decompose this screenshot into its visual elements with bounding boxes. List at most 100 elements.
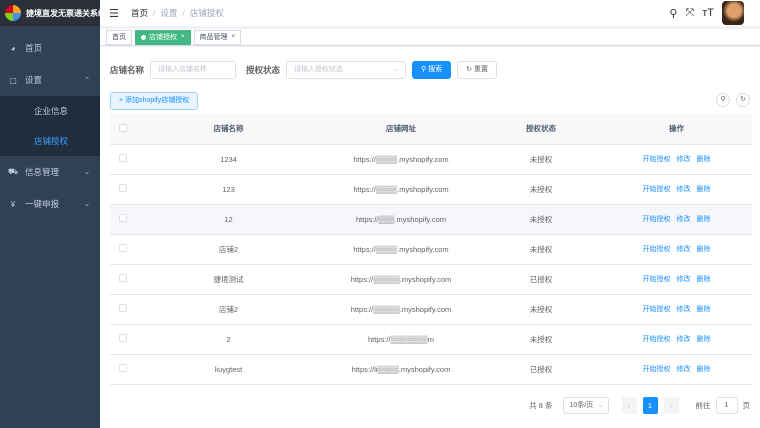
- row-checkbox[interactable]: [119, 364, 127, 372]
- row-checkbox[interactable]: [119, 184, 127, 192]
- delete-link[interactable]: 删除: [697, 156, 711, 163]
- page-number-button[interactable]: 1: [642, 397, 658, 414]
- start-auth-link[interactable]: 开始授权: [643, 156, 671, 163]
- sidebar-item-info-management[interactable]: ⛟ 信息管理 ⌄: [0, 156, 100, 188]
- sidebar-item-shop-auth[interactable]: 店铺授权: [0, 126, 100, 156]
- start-auth-link[interactable]: 开始授权: [643, 336, 671, 343]
- table-row: 店铺2 https://▒▒▒▒▒.myshopify.com 未授权 开始授权 修改删…: [110, 294, 752, 325]
- sidebar-item-declare[interactable]: ¥ 一键申报 ⌄: [0, 188, 100, 220]
- cell-shop-name: 1234: [136, 144, 321, 175]
- reset-button[interactable]: ↻ 重置: [457, 61, 497, 79]
- tag-home[interactable]: 首页: [106, 29, 132, 45]
- delete-link[interactable]: 删除: [697, 366, 711, 373]
- breadcrumb-home[interactable]: 首页: [131, 7, 148, 19]
- row-checkbox[interactable]: [119, 154, 127, 162]
- font-size-icon[interactable]: ᴛT: [702, 7, 714, 19]
- active-dot-icon: [141, 34, 146, 40]
- cell-auth-status: 未授权: [481, 174, 601, 205]
- edit-link[interactable]: 修改: [677, 156, 691, 163]
- tag-shop-auth[interactable]: 店铺授权 ×: [135, 29, 191, 45]
- row-checkbox[interactable]: [119, 304, 127, 312]
- filter-form: 店铺名称 请输入店铺名称 授权状态 请输入授权状态 ⌄ ⚲ 搜索 ↻ 重置: [110, 61, 503, 79]
- row-select-cell: [110, 264, 136, 295]
- cell-actions: 开始授权 修改 删除: [601, 324, 752, 355]
- next-page-button[interactable]: ›: [663, 397, 679, 414]
- prev-page-button[interactable]: ‹: [621, 397, 637, 414]
- start-auth-link[interactable]: 开始授权: [643, 246, 671, 253]
- reset-button-label: 重置: [473, 66, 488, 73]
- tag-product-management[interactable]: 商品管理 ×: [193, 29, 242, 45]
- page-unit-label: 页: [742, 401, 751, 410]
- search-icon[interactable]: ⚲: [669, 7, 677, 20]
- start-auth-link[interactable]: 开始授权: [643, 276, 671, 283]
- sidebar-item-home[interactable]: ◕ 首页: [0, 32, 100, 64]
- delete-link[interactable]: 删除: [697, 186, 711, 193]
- row-checkbox[interactable]: [119, 214, 127, 222]
- sidebar-item-label: 设置: [25, 75, 43, 85]
- cell-shop-url: https://▒▒▒▒▒.myshopify.com: [321, 294, 481, 325]
- delete-link[interactable]: 删除: [697, 246, 711, 253]
- delete-link[interactable]: 删除: [697, 306, 711, 313]
- right-menu: ⚲ ⤧ ᴛT: [669, 0, 760, 26]
- select-all-checkbox[interactable]: [119, 123, 127, 132]
- page-size-select[interactable]: 10条/页 ⌄: [562, 397, 609, 414]
- cell-shop-name: 12: [136, 204, 321, 235]
- edit-link[interactable]: 修改: [677, 366, 691, 373]
- edit-link[interactable]: 修改: [677, 336, 691, 343]
- shop-name-input[interactable]: 请输入店铺名称: [150, 61, 237, 79]
- cell-shop-name: 123: [136, 174, 321, 205]
- page-size-value: 10条/页: [569, 402, 594, 409]
- app-logo[interactable]: 捷境直发无票通关系统: [0, 0, 106, 26]
- row-select-cell: [110, 294, 136, 325]
- cell-auth-status: 未授权: [481, 234, 601, 265]
- edit-link[interactable]: 修改: [677, 276, 691, 283]
- sidebar-item-label: 信息管理: [25, 167, 60, 177]
- cell-actions: 开始授权 修改 删除: [601, 174, 752, 205]
- col-shop-url: 店铺网址: [321, 114, 481, 145]
- hamburger-icon[interactable]: ☰: [109, 7, 121, 20]
- plus-icon: +: [119, 97, 124, 104]
- edit-link[interactable]: 修改: [677, 186, 691, 193]
- close-icon[interactable]: ×: [181, 31, 185, 44]
- start-auth-link[interactable]: 开始授权: [643, 216, 671, 223]
- fullscreen-icon[interactable]: ⤧: [685, 7, 694, 20]
- select-all-cell: [110, 114, 136, 145]
- auth-status-select[interactable]: 请输入授权状态 ⌄: [286, 61, 407, 79]
- cart-icon: ⛟: [8, 167, 19, 176]
- table-header-row: 店铺名称 店铺网址 授权状态 操作: [110, 114, 752, 145]
- row-checkbox[interactable]: [119, 334, 127, 342]
- start-auth-link[interactable]: 开始授权: [643, 366, 671, 373]
- delete-link[interactable]: 删除: [697, 216, 711, 223]
- search-button[interactable]: ⚲ 搜索: [412, 61, 452, 79]
- row-select-cell: [110, 324, 136, 355]
- sidebar-item-settings[interactable]: ▢ 设置 ⌃: [0, 64, 100, 96]
- chevron-down-icon: ⌄: [84, 201, 90, 208]
- breadcrumb-separator: /: [153, 8, 156, 18]
- cell-auth-status: 未授权: [481, 204, 601, 235]
- tag-label: 商品管理: [199, 33, 228, 41]
- goto-label: 前往: [695, 401, 711, 410]
- edit-link[interactable]: 修改: [677, 216, 691, 223]
- start-auth-link[interactable]: 开始授权: [643, 186, 671, 193]
- cell-auth-status: 未授权: [481, 144, 601, 175]
- toggle-search-icon[interactable]: ⚲: [716, 93, 730, 107]
- col-shop-name: 店铺名称: [136, 114, 321, 145]
- edit-link[interactable]: 修改: [677, 306, 691, 313]
- row-checkbox[interactable]: [119, 244, 127, 252]
- row-checkbox[interactable]: [119, 274, 127, 282]
- pagination: 共 8 条 10条/页 ⌄ ‹ 1 › 前往 页: [529, 397, 750, 414]
- close-icon[interactable]: ×: [232, 31, 236, 44]
- delete-link[interactable]: 删除: [697, 336, 711, 343]
- add-shopify-auth-button[interactable]: + 添加shopify店铺授权: [110, 92, 199, 110]
- start-auth-link[interactable]: 开始授权: [643, 306, 671, 313]
- delete-link[interactable]: 删除: [697, 276, 711, 283]
- avatar[interactable]: [722, 1, 744, 25]
- goto-page-input[interactable]: [715, 397, 738, 414]
- sidebar-item-company-info[interactable]: 企业信息: [0, 96, 100, 126]
- cell-actions: 开始授权 修改 删除: [601, 234, 752, 265]
- refresh-icon[interactable]: ↻: [736, 93, 750, 107]
- edit-link[interactable]: 修改: [677, 246, 691, 253]
- col-auth-status: 授权状态: [481, 114, 601, 145]
- cell-auth-status: 未授权: [481, 294, 601, 325]
- app-title: 捷境直发无票通关系统: [26, 8, 106, 18]
